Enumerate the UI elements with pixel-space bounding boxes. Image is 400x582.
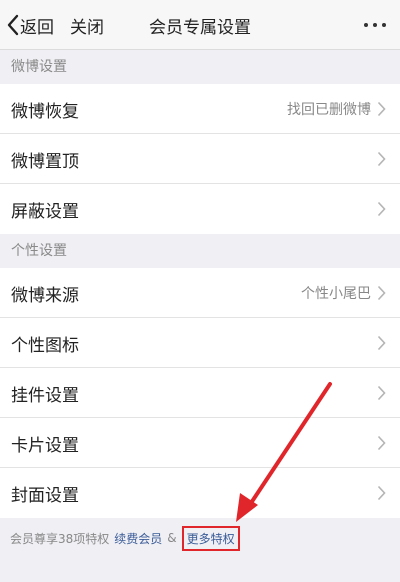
row-label: 微博恢复 xyxy=(11,101,79,122)
chevron-right-icon xyxy=(377,435,386,451)
row-card-settings[interactable]: 卡片设置 xyxy=(0,418,400,468)
footer-bar: 会员尊享38项特权 续费会员 & 更多特权 xyxy=(0,518,400,558)
row-pendant-settings[interactable]: 挂件设置 xyxy=(0,368,400,418)
row-cover-settings[interactable]: 封面设置 xyxy=(0,468,400,518)
row-personal-icon[interactable]: 个性图标 xyxy=(0,318,400,368)
chevron-left-icon xyxy=(7,14,19,36)
nav-bar: 返回 关闭 会员专属设置 xyxy=(0,0,400,50)
section-header-personal: 个性设置 xyxy=(0,234,400,268)
chevron-right-icon xyxy=(377,151,386,167)
footer-amp: & xyxy=(167,531,177,545)
row-weibo-pin[interactable]: 微博置顶 xyxy=(0,134,400,184)
chevron-right-icon xyxy=(377,485,386,501)
row-label: 微博来源 xyxy=(11,285,79,306)
settings-group-weibo: 微博恢复 找回已删微博 微博置顶 屏蔽设置 xyxy=(0,84,400,234)
chevron-right-icon xyxy=(377,385,386,401)
section-header-weibo: 微博设置 xyxy=(0,50,400,84)
renew-member-link[interactable]: 续费会员 xyxy=(114,530,162,547)
back-button[interactable]: 返回 xyxy=(6,13,54,38)
close-button[interactable]: 关闭 xyxy=(70,13,104,38)
row-value: 找回已删微博 xyxy=(287,102,371,118)
settings-group-personal: 微博来源 个性小尾巴 个性图标 挂件设置 卡片设置 封面设置 xyxy=(0,268,400,518)
row-label: 挂件设置 xyxy=(11,385,79,406)
more-dots-icon[interactable] xyxy=(364,0,386,50)
nav-left-group: 返回 关闭 xyxy=(6,0,104,50)
row-label: 屏蔽设置 xyxy=(11,201,79,222)
row-weibo-source[interactable]: 微博来源 个性小尾巴 xyxy=(0,268,400,318)
back-label: 返回 xyxy=(20,17,54,38)
row-label: 卡片设置 xyxy=(11,435,79,456)
footer-info-text: 会员尊享38项特权 xyxy=(10,531,110,546)
row-weibo-restore[interactable]: 微博恢复 找回已删微博 xyxy=(0,84,400,134)
more-privileges-link[interactable]: 更多特权 xyxy=(181,525,240,551)
chevron-right-icon xyxy=(377,335,386,351)
chevron-right-icon xyxy=(377,201,386,217)
row-label: 个性图标 xyxy=(11,335,79,356)
row-label: 微博置顶 xyxy=(11,151,79,172)
row-label: 封面设置 xyxy=(11,485,79,506)
chevron-right-icon xyxy=(377,101,386,117)
chevron-right-icon xyxy=(377,285,386,301)
row-block-settings[interactable]: 屏蔽设置 xyxy=(0,184,400,234)
row-value: 个性小尾巴 xyxy=(301,286,371,302)
